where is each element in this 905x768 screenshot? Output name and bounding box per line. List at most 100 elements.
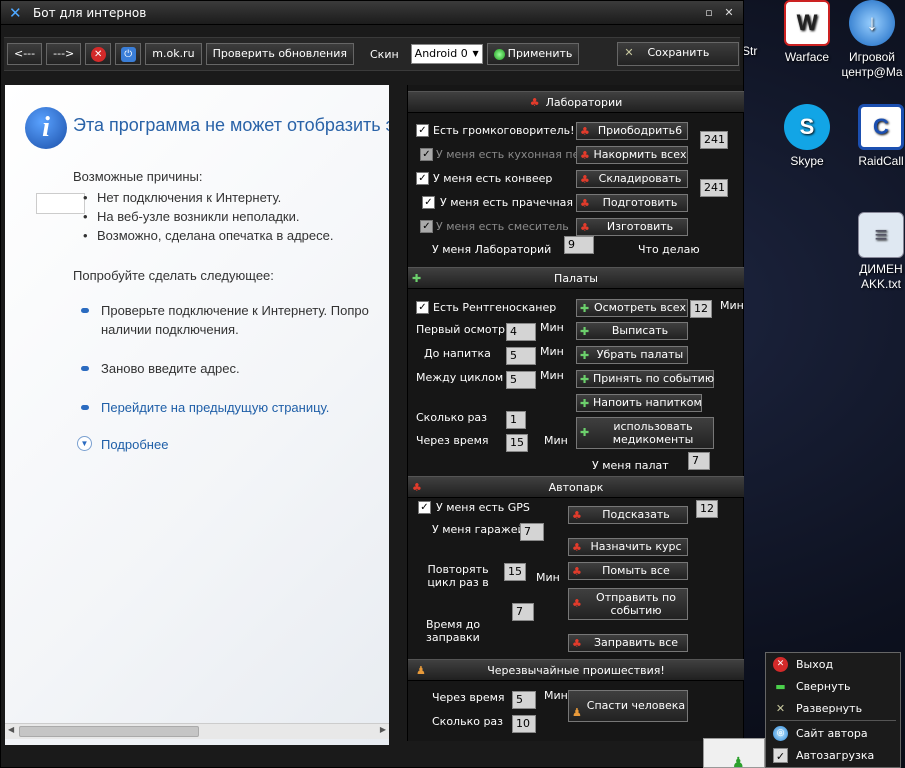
toolbar: <--- ---> ✕ ⏻ m.ok.ru Проверить обновлен…	[4, 37, 740, 71]
cheer-button[interactable]: ♣ Приободрить6	[576, 122, 688, 140]
menu-exit[interactable]: ✕ Выход	[766, 653, 900, 675]
laundry-checkbox[interactable]: ✓	[422, 196, 435, 209]
menu-minimize[interactable]: ▬ Свернуть	[766, 675, 900, 697]
wash-all-button[interactable]: ♣ Помыть все	[568, 562, 688, 580]
lab-icon: ♣	[580, 197, 590, 210]
emergency-after-time-field[interactable]: 5	[512, 691, 536, 709]
scrollbar-thumb[interactable]	[19, 726, 199, 737]
examine-all-button[interactable]: ✚ Осмотреть всех	[576, 299, 688, 317]
labs-value-1[interactable]: 241	[700, 131, 728, 149]
xray-checkbox[interactable]: ✓	[416, 301, 429, 314]
stop-button[interactable]: ✕	[85, 43, 112, 65]
send-by-event-button[interactable]: ♣ Отправить по событию	[568, 588, 688, 620]
tray-app-icon[interactable]: ♟	[732, 755, 745, 768]
give-drink-button[interactable]: ✚ Напоить напитком	[576, 394, 702, 412]
emergency-times-label: Сколько раз	[432, 715, 504, 728]
emergencies-header: ♟ Черезвычайные проишествия!	[408, 659, 744, 681]
times-field[interactable]: 1	[506, 411, 526, 429]
apply-button[interactable]: Применить	[486, 43, 580, 65]
between-cycle-label: Между циклом	[416, 371, 504, 384]
save-person-label: Спасти человека	[586, 699, 686, 712]
refuel-time-field[interactable]: 7	[512, 603, 534, 621]
kitchen-stove-checkbox[interactable]: ✓	[420, 148, 433, 161]
labs-value-2[interactable]: 241	[700, 179, 728, 197]
refuel-all-button[interactable]: ♣ Заправить все	[568, 634, 688, 652]
hint-field[interactable]: 12	[696, 500, 718, 518]
conveyor-checkbox[interactable]: ✓	[416, 172, 429, 185]
url-field[interactable]: m.ok.ru	[145, 43, 202, 65]
title-bar[interactable]: ✕ Бот для интернов ▫ ✕	[1, 1, 743, 25]
ward-icon: ✚	[412, 272, 422, 285]
close-button[interactable]: ✕	[721, 6, 737, 20]
car-icon: ♣	[572, 597, 582, 610]
refuel-all-label: Заправить все	[593, 636, 679, 649]
discharge-button[interactable]: ✚ Выписать	[576, 322, 688, 340]
produce-button[interactable]: ♣ Изготовить	[576, 218, 688, 236]
feed-all-button[interactable]: ♣ Накормить всех	[576, 146, 688, 164]
expand-down-icon[interactable]: ▼	[77, 436, 92, 451]
browser-view[interactable]: i Эта программа не может отобразить э Во…	[5, 85, 389, 745]
scroll-right-icon[interactable]: ▶	[380, 725, 386, 734]
more-info-link[interactable]: Подробнее	[101, 435, 168, 454]
loudspeaker-label: Есть громкоговоритель!	[433, 124, 575, 137]
save-button[interactable]: ✕ Сохранить	[617, 42, 740, 66]
ward-icon: ✚	[580, 302, 590, 315]
horizontal-scrollbar[interactable]: ◀ ▶	[5, 723, 389, 739]
mixer-checkbox[interactable]: ✓	[420, 220, 433, 233]
repeat-cycle-field[interactable]: 15	[504, 563, 526, 581]
skin-label: Скин	[370, 47, 399, 61]
save-person-button[interactable]: ♟ Спасти человека	[568, 690, 688, 722]
between-cycle-field[interactable]: 5	[506, 371, 536, 389]
minimize-green-icon: ▬	[775, 680, 786, 693]
assign-course-button[interactable]: ♣ Назначить курс	[568, 538, 688, 556]
check-updates-button[interactable]: Проверить обновления	[205, 43, 354, 65]
forward-button[interactable]: --->	[46, 43, 82, 65]
desktop-icon-txt-file[interactable]: ≡ ДИМЕН AKK.txt	[836, 212, 905, 292]
scroll-left-icon[interactable]: ◀	[8, 725, 14, 734]
wards-count-field[interactable]: 7	[688, 452, 710, 470]
garages-field[interactable]: 7	[520, 523, 544, 541]
menu-author-site[interactable]: ◎ Сайт автора	[766, 722, 900, 744]
desktop-icon-raidcall[interactable]: C RaidCall	[836, 104, 905, 169]
labs-count-field[interactable]: 9	[564, 236, 594, 254]
gps-checkbox[interactable]: ✓	[418, 501, 431, 514]
after-time-unit: Мин	[544, 434, 568, 447]
send-by-event-label: Отправить по событию	[596, 591, 676, 617]
desktop-icon-games-center[interactable]: ↓ Игровой центр@Ma	[836, 0, 905, 80]
xray-label: Есть Рентгеносканер	[433, 301, 557, 314]
emergency-times-field[interactable]: 10	[512, 715, 536, 733]
hint-button[interactable]: ♣ Подсказать	[568, 506, 688, 524]
refresh-button[interactable]: ⏻	[115, 43, 142, 65]
use-medicines-button[interactable]: ✚ использовать медикоменты	[576, 417, 714, 449]
games-center-label-2: центр@Ma	[841, 65, 903, 79]
first-exam-field[interactable]: 4	[506, 323, 536, 341]
wards-interval-field[interactable]: 12	[690, 300, 712, 318]
bullet-icon	[81, 308, 89, 313]
before-drink-field[interactable]: 5	[506, 347, 536, 365]
cheer-button-label: Приободрить6	[597, 124, 683, 137]
checkbox-icon[interactable]: ✓	[773, 748, 788, 763]
skin-select[interactable]: Android 0 ▼	[410, 44, 483, 64]
menu-restore[interactable]: ✕ Развернуть	[766, 697, 900, 719]
remove-wards-button[interactable]: ✚ Убрать палаты	[576, 346, 688, 364]
garages-label: У меня гаражей	[432, 523, 525, 536]
prepare-button-label: Подготовить	[602, 196, 678, 209]
accept-by-event-button[interactable]: ✚ Принять по событию	[576, 370, 714, 388]
store-button[interactable]: ♣ Складировать	[576, 170, 688, 188]
previous-page-link[interactable]: Перейдите на предыдущую страницу.	[101, 398, 329, 417]
labs-header: ♣ Лаборатории	[408, 91, 744, 113]
chevron-down-icon: ▼	[472, 49, 479, 58]
labs-header-label: Лаборатории	[545, 96, 623, 109]
globe-icon: ◎	[773, 726, 788, 741]
emergency-after-time-label: Через время	[432, 691, 505, 704]
menu-restore-label: Развернуть	[796, 701, 863, 715]
prepare-button[interactable]: ♣ Подготовить	[576, 194, 688, 212]
menu-autostart[interactable]: ✓ Автозагрузка	[766, 744, 900, 766]
laundry-label: У меня есть прачечная	[440, 196, 574, 209]
restore-button[interactable]: ▫	[701, 6, 717, 20]
after-time-field[interactable]: 15	[506, 434, 528, 452]
back-button[interactable]: <---	[7, 43, 43, 65]
before-drink-unit: Мин	[540, 345, 564, 358]
loudspeaker-checkbox[interactable]: ✓	[416, 124, 429, 137]
autopark-header-label: Автопарк	[548, 481, 604, 494]
